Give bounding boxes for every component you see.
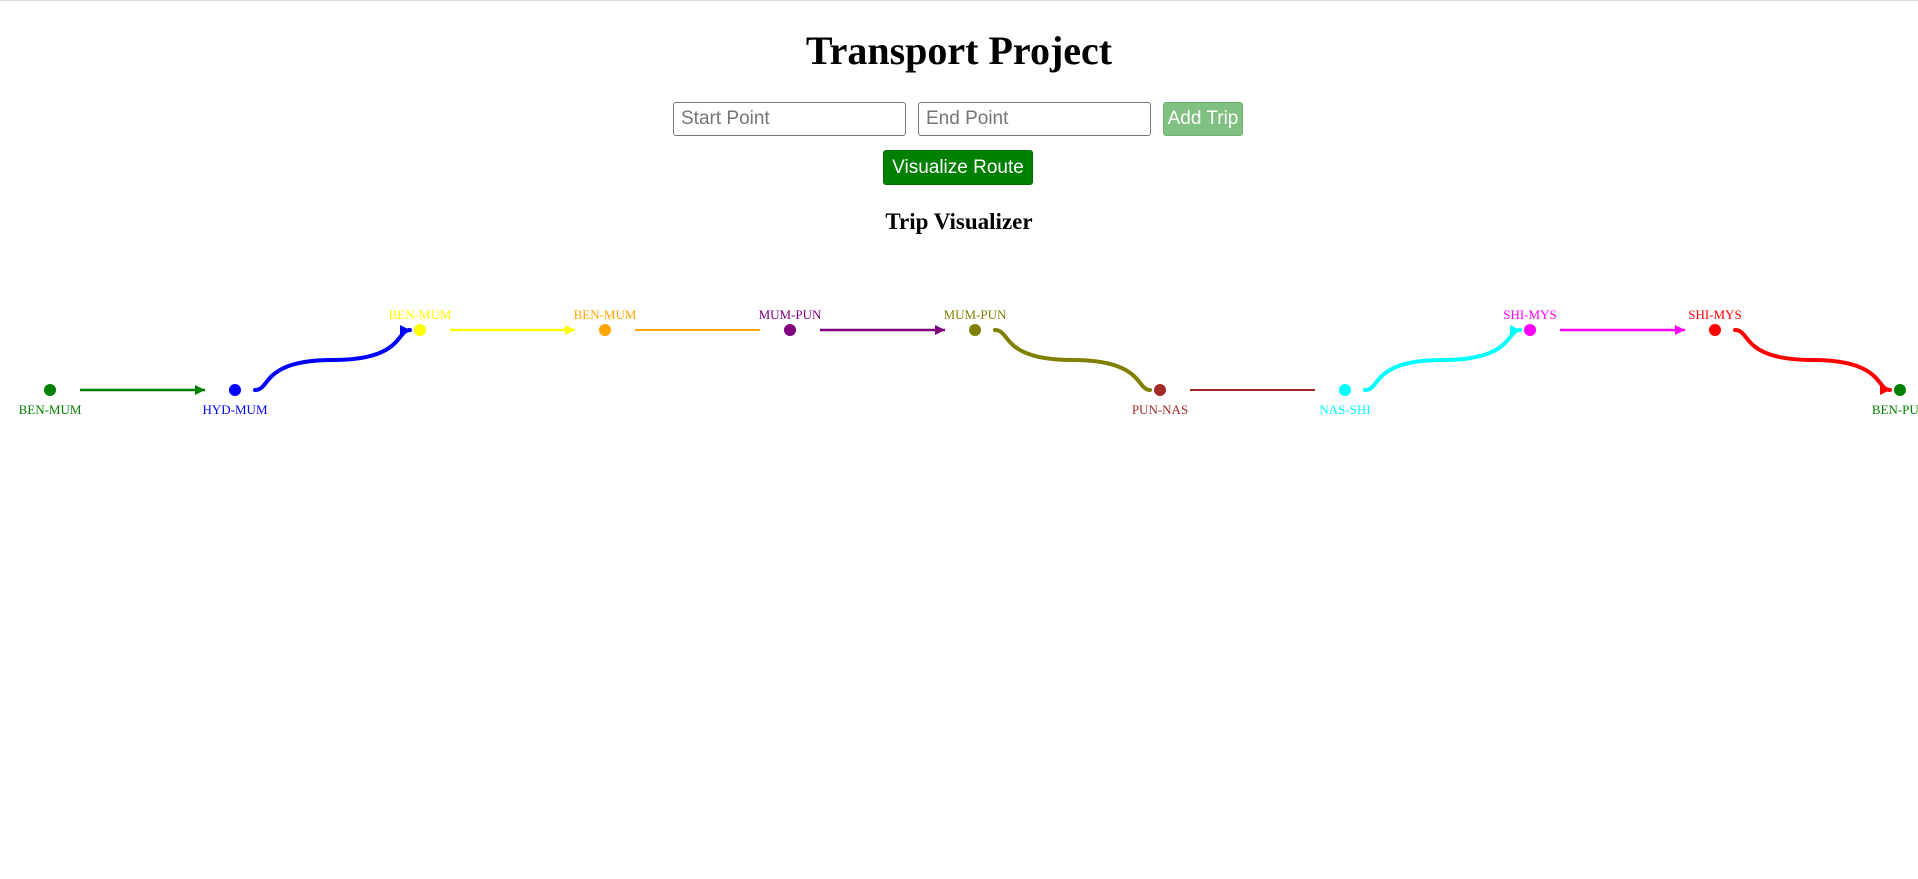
end-point-input[interactable]: [918, 102, 1151, 136]
trip-node-9: [1709, 324, 1721, 336]
trip-node-1: [229, 384, 241, 396]
trip-label-10: BEN-PUN: [1872, 402, 1918, 417]
trip-node-10: [1894, 384, 1906, 396]
page-title: Transport Project: [805, 28, 1113, 73]
visualizer-title: Trip Visualizer: [885, 209, 1033, 234]
trip-label-2: BEN-MUM: [389, 307, 452, 322]
trip-link-7: [1363, 325, 1522, 392]
trip-label-4: MUM-PUN: [759, 307, 822, 322]
trip-node-0: [44, 384, 56, 396]
trip-node-4: [784, 324, 796, 336]
trip-visualizer-canvas: BEN-MUM HYD-MUM BEN-MUM BEN-MUM MUM-PUN MUM-P…: [19, 307, 1918, 417]
trip-node-5: [969, 324, 981, 336]
visualize-route-button[interactable]: Visualize Route: [883, 150, 1033, 185]
trip-node-6: [1154, 384, 1166, 396]
trip-label-7: NAS-SHI: [1319, 402, 1370, 417]
trip-label-9: SHI-MYS: [1688, 307, 1741, 322]
add-trip-button[interactable]: Add Trip: [1163, 102, 1243, 136]
trip-node-3: [599, 324, 611, 336]
trip-link-1: [253, 325, 412, 392]
trip-label-5: MUM-PUN: [944, 307, 1007, 322]
trip-label-3: BEN-MUM: [574, 307, 637, 322]
start-point-input[interactable]: [673, 102, 906, 136]
trip-label-1: HYD-MUM: [203, 402, 268, 417]
trip-label-0: BEN-MUM: [19, 402, 82, 417]
trip-node-8: [1524, 324, 1536, 336]
trip-node-7: [1339, 384, 1351, 396]
top-border: [0, 0, 1918, 1]
trip-label-6: PUN-NAS: [1132, 402, 1188, 417]
trip-link-5: [993, 328, 1152, 392]
trip-link-9: [1733, 328, 1892, 395]
trip-label-8: SHI-MYS: [1503, 307, 1556, 322]
trip-node-2: [414, 324, 426, 336]
